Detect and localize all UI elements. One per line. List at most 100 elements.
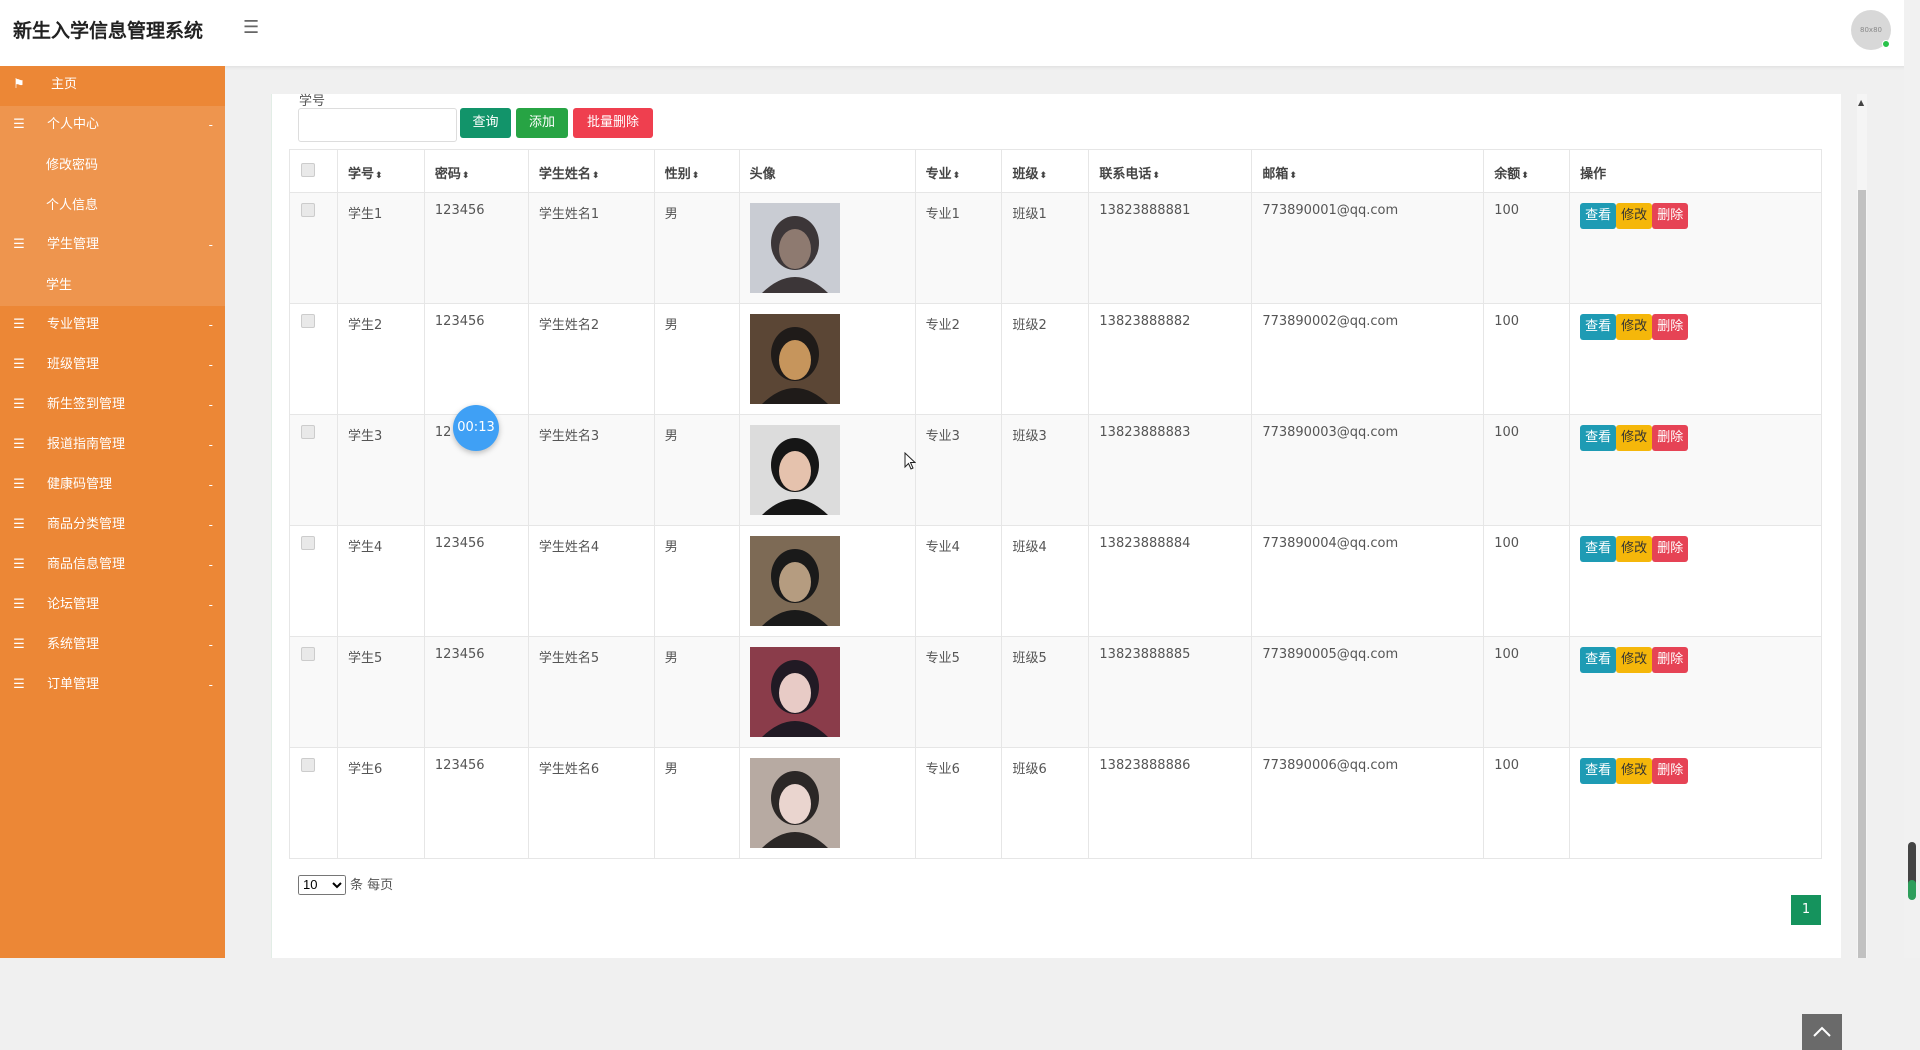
edit-button[interactable]: 修改 (1616, 536, 1653, 562)
sort-icon[interactable]: ⬍ (1521, 171, 1529, 181)
edit-button[interactable]: 修改 (1616, 425, 1653, 451)
column-header-label: 头像 (749, 167, 776, 182)
view-button[interactable]: 查看 (1580, 314, 1617, 340)
column-header[interactable]: 班级⬍ (1001, 149, 1090, 193)
sidebar-group-3[interactable]: ☰ 班级管理 - (0, 346, 225, 386)
column-header[interactable]: 学号⬍ (336, 149, 425, 193)
scroll-up-arrow-icon[interactable]: ▲ (1858, 98, 1864, 107)
cell-name: 学生姓名2 (527, 303, 655, 415)
column-header[interactable]: 学生姓名⬍ (527, 149, 655, 193)
view-button[interactable]: 查看 (1580, 758, 1617, 784)
collapse-icon: - (208, 558, 213, 572)
sidebar-subitem[interactable]: 修改密码 (0, 146, 225, 186)
column-header[interactable]: 密码⬍ (423, 149, 529, 193)
delete-button[interactable]: 删除 (1652, 536, 1689, 562)
cell-name: 学生姓名5 (527, 636, 655, 748)
sort-icon[interactable]: ⬍ (592, 171, 600, 181)
cell-photo (738, 414, 916, 526)
sidebar-group-2[interactable]: ☰ 专业管理 - (0, 306, 225, 346)
sidebar-group-4[interactable]: ☰ 新生签到管理 - (0, 386, 225, 426)
edit-button[interactable]: 修改 (1616, 203, 1653, 229)
sidebar-group-7[interactable]: ☰ 商品分类管理 - (0, 506, 225, 546)
cell-pwd: 123456 (423, 747, 529, 859)
collapse-icon: - (208, 358, 213, 372)
sidebar-group-5[interactable]: ☰ 报道指南管理 - (0, 426, 225, 466)
sidebar-group-8[interactable]: ☰ 商品信息管理 - (0, 546, 225, 586)
row-checkbox[interactable] (301, 758, 315, 772)
edit-button[interactable]: 修改 (1616, 314, 1653, 340)
sidebar-item-home[interactable]: ⚑ 主页 (0, 66, 225, 106)
delete-button[interactable]: 删除 (1652, 647, 1689, 673)
sort-icon[interactable]: ⬍ (953, 171, 961, 181)
column-header-label: 邮箱 (1262, 167, 1289, 182)
cell-email: 773890001@qq.com (1251, 192, 1485, 304)
back-to-top-button[interactable] (1802, 1014, 1842, 1050)
cell-email: 773890004@qq.com (1251, 525, 1485, 637)
cell-phone: 13823888882 (1088, 303, 1253, 415)
delete-button[interactable]: 删除 (1652, 758, 1689, 784)
sort-icon[interactable]: ⬍ (1289, 171, 1297, 181)
delete-button[interactable]: 删除 (1652, 314, 1689, 340)
page-size-select[interactable]: 10 (298, 874, 346, 895)
flag-icon: ⚑ (13, 77, 25, 92)
sidebar-group-6[interactable]: ☰ 健康码管理 - (0, 466, 225, 506)
sidebar-group-9[interactable]: ☰ 论坛管理 - (0, 586, 225, 626)
table-row: 学生5 123456 学生姓名5 男 专业5 班级5 13823888885 77389000… (289, 636, 1822, 748)
list-icon: ☰ (13, 637, 25, 652)
student-id-search-input[interactable] (298, 108, 457, 142)
batch-delete-button[interactable]: 批量删除 (573, 108, 653, 138)
cell-id: 学生2 (336, 303, 425, 415)
sort-icon[interactable]: ⬍ (692, 171, 700, 181)
row-checkbox[interactable] (301, 314, 315, 328)
sidebar-subitem[interactable]: 学生 (0, 266, 225, 306)
app-title: 新生入学信息管理系统 (13, 20, 204, 42)
content-scrollbar[interactable]: ▲ (1857, 94, 1867, 958)
column-header[interactable]: 邮箱⬍ (1251, 149, 1485, 193)
sidebar-group-1[interactable]: ☰ 学生管理 - (0, 226, 225, 266)
window-scrollbar[interactable] (1904, 0, 1920, 958)
view-button[interactable]: 查看 (1580, 425, 1617, 451)
delete-button[interactable]: 删除 (1652, 425, 1689, 451)
row-checkbox[interactable] (301, 203, 315, 217)
query-button[interactable]: 查询 (460, 108, 511, 138)
row-checkbox[interactable] (301, 536, 315, 550)
page-button-current[interactable]: 1 (1791, 895, 1821, 925)
content-scrollbar-thumb[interactable] (1858, 190, 1866, 958)
row-checkbox[interactable] (301, 425, 315, 439)
view-button[interactable]: 查看 (1580, 203, 1617, 229)
add-button[interactable]: 添加 (516, 108, 568, 138)
sort-icon[interactable]: ⬍ (375, 171, 383, 181)
list-icon: ☰ (13, 357, 25, 372)
sidebar-group-0[interactable]: ☰ 个人中心 - (0, 106, 225, 146)
sort-icon[interactable]: ⬍ (1040, 171, 1048, 181)
view-button[interactable]: 查看 (1580, 647, 1617, 673)
collapse-icon: - (208, 638, 213, 652)
edit-button[interactable]: 修改 (1616, 647, 1653, 673)
view-button[interactable]: 查看 (1580, 536, 1617, 562)
collapse-icon: - (208, 438, 213, 452)
sidebar-group-label: 学生管理 (47, 237, 100, 252)
sidebar: ⚑ 主页 ☰ 个人中心 - 修改密码 个人信息 ☰ 学生管理 - 学生 ☰ 专业管理 - ☰ 班级管理 - ☰… (0, 66, 225, 958)
avatar[interactable]: 80x80 (1851, 10, 1891, 50)
sort-icon[interactable]: ⬍ (1152, 171, 1160, 181)
sidebar-group-10[interactable]: ☰ 系统管理 - (0, 626, 225, 666)
column-header-label: 学号 (347, 167, 374, 182)
sort-icon[interactable]: ⬍ (462, 171, 470, 181)
sidebar-group-11[interactable]: ☰ 订单管理 - (0, 666, 225, 706)
column-header[interactable]: 专业⬍ (914, 149, 1003, 193)
sidebar-group-label: 报道指南管理 (47, 437, 126, 452)
column-header[interactable]: 联系电话⬍ (1088, 149, 1253, 193)
column-header[interactable]: 余额⬍ (1483, 149, 1571, 193)
sidebar-subitem[interactable]: 个人信息 (0, 186, 225, 226)
row-checkbox[interactable] (301, 647, 315, 661)
top-bar: 新生入学信息管理系统 ☰ 80x80 (0, 0, 1920, 66)
select-all-checkbox[interactable] (301, 163, 315, 177)
edit-button[interactable]: 修改 (1616, 758, 1653, 784)
sidebar-group-label: 商品分类管理 (47, 517, 126, 532)
delete-button[interactable]: 删除 (1652, 203, 1689, 229)
cell-actions: 查看 修改 删除 (1569, 303, 1822, 415)
column-header-label: 密码 (434, 167, 461, 182)
sidebar-group-label: 健康码管理 (47, 477, 113, 492)
menu-toggle-icon[interactable]: ☰ (243, 19, 261, 37)
column-header[interactable]: 性别⬍ (653, 149, 740, 193)
